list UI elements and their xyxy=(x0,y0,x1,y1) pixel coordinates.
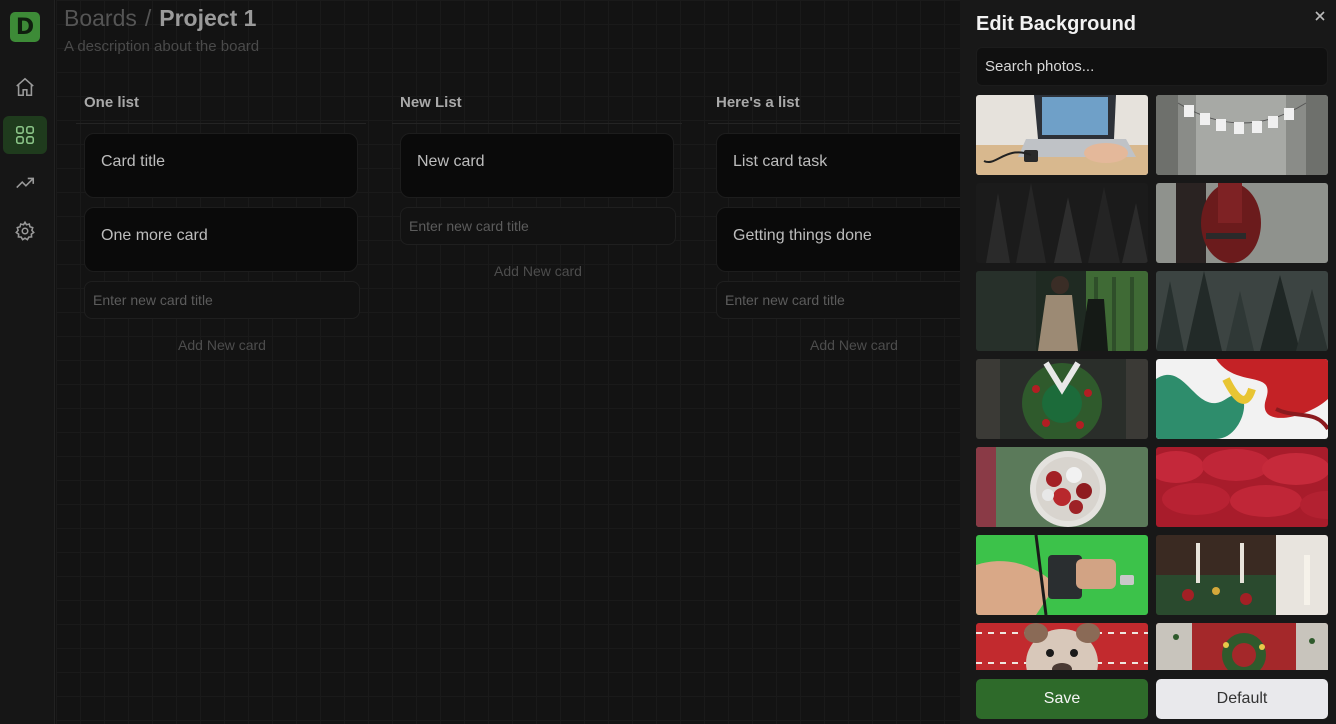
new-card-title-input[interactable] xyxy=(716,281,960,319)
list-title[interactable]: Here's a list xyxy=(708,84,960,124)
list-title[interactable]: New List xyxy=(392,84,682,124)
list-column: One list Card title One more card Add Ne… xyxy=(76,84,366,365)
dog-sweater-photo xyxy=(976,623,1148,670)
page-title: Project 1 xyxy=(159,5,257,31)
card[interactable]: Getting things done xyxy=(716,207,960,272)
list-column: Here's a list List card task Getting thi… xyxy=(708,84,960,365)
edit-background-panel: Edit Background Search photos... Save De… xyxy=(960,0,1336,724)
list-column: New List New card Add New card xyxy=(392,84,682,291)
dark-forest-photo xyxy=(976,183,1148,263)
new-card-title-input[interactable] xyxy=(84,281,360,319)
panel-title: Edit Background xyxy=(976,13,1137,35)
board-area: Boards / Project 1 A description about the… xyxy=(56,0,960,724)
sidebar-item-boards[interactable] xyxy=(3,116,47,154)
photo-thumbnail[interactable] xyxy=(976,359,1148,439)
woman-trench-coat-photo xyxy=(976,271,1148,351)
photo-thumbnail[interactable] xyxy=(976,183,1148,263)
add-new-card-button[interactable]: Add New card xyxy=(716,325,960,365)
home-icon xyxy=(16,77,34,97)
photo-thumbnail[interactable] xyxy=(1156,447,1328,527)
photo-thumbnail[interactable] xyxy=(1156,183,1328,263)
card[interactable]: New card xyxy=(400,133,674,198)
photo-thumbnail[interactable] xyxy=(976,535,1148,615)
snow-garland-photo xyxy=(1156,95,1328,175)
sidebar-item-stats[interactable] xyxy=(3,164,47,202)
red-door-wreath-photo xyxy=(1156,623,1328,670)
card[interactable]: Card title xyxy=(84,133,358,198)
new-card-title-input[interactable] xyxy=(400,207,676,245)
list-title[interactable]: One list xyxy=(76,84,366,124)
add-new-card-button[interactable]: Add New card xyxy=(400,251,676,291)
photo-thumbnail[interactable] xyxy=(1156,623,1328,670)
candles-table-photo xyxy=(1156,535,1328,615)
laptop-desk-photo xyxy=(976,95,1148,175)
photo-thumbnail[interactable] xyxy=(976,95,1148,175)
misty-forest-photo xyxy=(1156,271,1328,351)
search-photos-input[interactable] xyxy=(976,47,1328,86)
red-dress-couple-photo xyxy=(1156,183,1328,263)
photo-thumbnail[interactable] xyxy=(1156,535,1328,615)
close-panel-button[interactable] xyxy=(1312,10,1328,26)
sidebar: D xyxy=(0,0,55,724)
sidebar-item-settings[interactable] xyxy=(3,212,47,250)
sidebar-item-home[interactable] xyxy=(3,68,47,106)
paint-swirl-photo xyxy=(1156,359,1328,439)
red-foliage-photo xyxy=(1156,447,1328,527)
card[interactable]: List card task xyxy=(716,133,960,198)
trending-up-icon xyxy=(16,177,35,189)
photo-grid xyxy=(976,95,1328,670)
photo-thumbnail[interactable] xyxy=(1156,359,1328,439)
default-button[interactable]: Default xyxy=(1156,679,1328,719)
close-icon xyxy=(1315,11,1325,21)
photo-thumbnail[interactable] xyxy=(1156,95,1328,175)
gear-icon xyxy=(15,220,35,241)
save-button[interactable]: Save xyxy=(976,679,1148,719)
app-logo[interactable]: D xyxy=(10,12,40,42)
photo-thumbnail[interactable] xyxy=(1156,271,1328,351)
ornament-bowl-photo xyxy=(976,447,1148,527)
breadcrumb-separator: / xyxy=(144,5,152,31)
card[interactable]: One more card xyxy=(84,207,358,272)
photo-thumbnail[interactable] xyxy=(976,271,1148,351)
photo-thumbnail[interactable] xyxy=(976,447,1148,527)
breadcrumb-boards-link[interactable]: Boards xyxy=(64,5,137,31)
christmas-wreath-photo xyxy=(976,359,1148,439)
breadcrumb: Boards / Project 1 xyxy=(64,5,256,32)
boards-grid-icon xyxy=(15,125,35,145)
logo-letter: D xyxy=(15,14,35,40)
add-new-card-button[interactable]: Add New card xyxy=(84,325,360,365)
photo-thumbnail[interactable] xyxy=(976,623,1148,670)
board-description: A description about the board xyxy=(64,38,260,55)
green-shirt-hands-photo xyxy=(976,535,1148,615)
